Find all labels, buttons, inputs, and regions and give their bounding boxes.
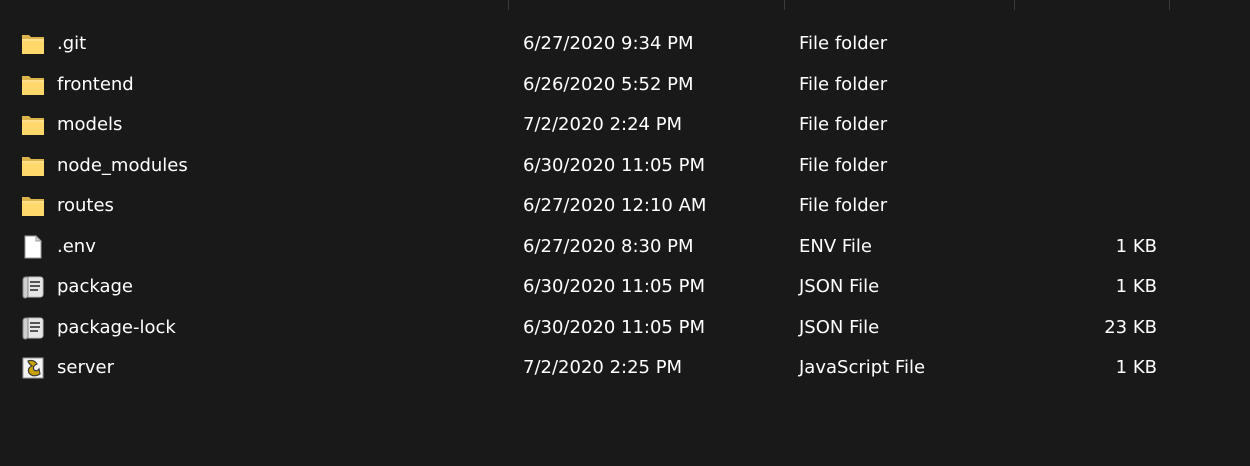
file-row[interactable]: models 7/2/2020 2:24 PM File folder: [0, 105, 1250, 146]
file-row[interactable]: .env 6/27/2020 8:30 PM ENV File 1 KB: [0, 227, 1250, 268]
column-divider[interactable]: [1014, 0, 1015, 10]
file-name: .git: [57, 33, 87, 54]
file-name-cell[interactable]: server: [20, 348, 490, 388]
blank-file-icon: [20, 234, 46, 260]
file-size: 23 KB: [1104, 316, 1157, 338]
file-name: node_modules: [57, 154, 188, 176]
empty-area: [0, 448, 1250, 466]
file-row[interactable]: package-lock 6/30/2020 11:05 PM JSON File 2…: [0, 308, 1250, 349]
file-name-cell[interactable]: routes: [20, 186, 490, 226]
file-type: JavaScript File: [799, 357, 926, 378]
file-name-cell[interactable]: node_modules: [20, 146, 490, 186]
file-name: package: [57, 276, 133, 297]
folder-icon: [20, 72, 46, 98]
column-divider[interactable]: [784, 0, 785, 10]
file-name: routes: [57, 195, 114, 216]
file-size: [1000, 186, 1157, 226]
file-size: [1000, 146, 1157, 186]
date-modified: 7/2/2020 2:25 PM: [523, 357, 683, 378]
column-header-strip: [0, 0, 1250, 12]
file-name-cell[interactable]: frontend: [20, 65, 490, 105]
file-name: models: [57, 114, 123, 135]
file-row[interactable]: .git 6/27/2020 9:34 PM File folder: [0, 24, 1250, 65]
folder-icon: [20, 153, 46, 179]
file-type: File folder: [799, 195, 888, 216]
file-explorer-window: .git 6/27/2020 9:34 PM File folder frontend…: [0, 0, 1250, 466]
file-type: File folder: [799, 114, 888, 135]
column-divider[interactable]: [1169, 0, 1170, 10]
javascript-file-icon: [20, 355, 46, 381]
file-size: [1000, 24, 1157, 64]
file-name: frontend: [57, 73, 134, 95]
folder-icon: [20, 31, 46, 57]
file-size: [1000, 105, 1157, 145]
date-modified: 6/30/2020 11:05 PM: [523, 316, 705, 338]
date-modified: 6/26/2020 5:52 PM: [523, 73, 694, 95]
file-name-cell[interactable]: package-lock: [20, 308, 490, 348]
json-script-icon: [20, 274, 46, 300]
file-list: .git 6/27/2020 9:34 PM File folder frontend…: [0, 24, 1250, 389]
file-name-cell[interactable]: .env: [20, 227, 490, 267]
file-type: File folder: [799, 73, 888, 95]
date-modified: 6/30/2020 11:05 PM: [523, 154, 705, 176]
file-name-cell[interactable]: .git: [20, 24, 490, 64]
json-script-icon: [20, 315, 46, 341]
file-name: .env: [57, 235, 96, 257]
file-type: File folder: [799, 154, 888, 176]
file-row[interactable]: routes 6/27/2020 12:10 AM File folder: [0, 186, 1250, 227]
folder-icon: [20, 112, 46, 138]
file-row[interactable]: package 6/30/2020 11:05 PM JSON File 1 KB: [0, 267, 1250, 308]
folder-icon: [20, 193, 46, 219]
file-size: 1 KB: [1115, 235, 1157, 257]
file-row[interactable]: server 7/2/2020 2:25 PM JavaScript File 1 K…: [0, 348, 1250, 389]
file-size: [1000, 65, 1157, 105]
date-modified: 6/27/2020 8:30 PM: [523, 235, 694, 257]
date-modified: 7/2/2020 2:24 PM: [523, 114, 683, 135]
file-type: File folder: [799, 33, 888, 54]
file-name-cell[interactable]: package: [20, 267, 490, 307]
file-row[interactable]: node_modules 6/30/2020 11:05 PM File folde…: [0, 146, 1250, 187]
file-type: JSON File: [799, 316, 880, 338]
date-modified: 6/30/2020 11:05 PM: [523, 276, 705, 297]
file-name-cell[interactable]: models: [20, 105, 490, 145]
file-size: 1 KB: [1115, 276, 1157, 297]
file-size: 1 KB: [1115, 357, 1157, 378]
file-name: server: [57, 357, 114, 378]
date-modified: 6/27/2020 12:10 AM: [523, 195, 707, 216]
file-type: ENV File: [799, 235, 872, 257]
column-divider[interactable]: [508, 0, 509, 10]
file-type: JSON File: [799, 276, 880, 297]
date-modified: 6/27/2020 9:34 PM: [523, 33, 694, 54]
file-name: package-lock: [57, 316, 176, 338]
file-row[interactable]: frontend 6/26/2020 5:52 PM File folder: [0, 65, 1250, 106]
